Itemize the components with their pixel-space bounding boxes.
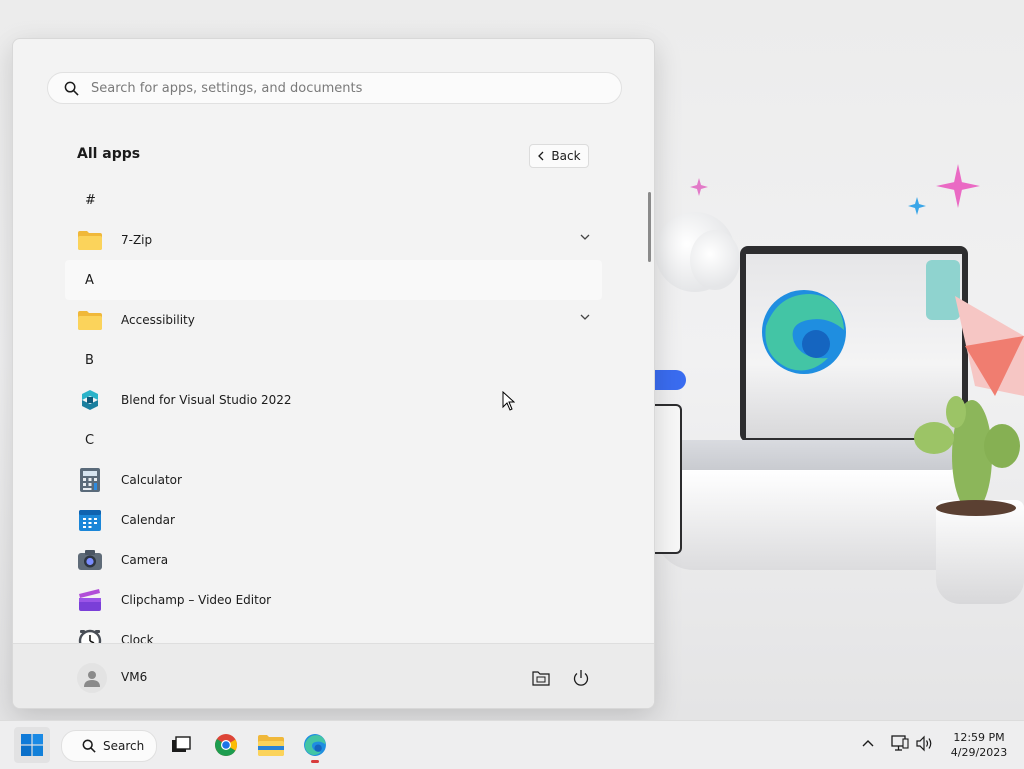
app-label: 7-Zip	[121, 233, 153, 247]
search-input[interactable]	[89, 79, 603, 97]
calendar-icon	[77, 507, 103, 533]
sparkle-icon	[690, 178, 708, 196]
task-view-button[interactable]	[164, 727, 198, 763]
app-item-camera[interactable]: Camera	[65, 540, 602, 580]
letter-header-a[interactable]: A	[65, 260, 602, 300]
app-item-7zip[interactable]: 7-Zip	[65, 220, 602, 260]
letter-label: A	[85, 272, 94, 288]
edge-taskbar-button[interactable]	[298, 727, 332, 763]
mouse-cursor-icon	[502, 391, 515, 411]
search-icon	[64, 81, 79, 96]
letter-header-b[interactable]: B	[65, 340, 602, 380]
app-label: Clipchamp – Video Editor	[121, 593, 272, 607]
app-item-calculator[interactable]: Calculator	[65, 460, 602, 500]
taskbar-search[interactable]: Search	[61, 730, 157, 762]
app-item-accessibility[interactable]: Accessibility	[65, 300, 602, 340]
app-label: Calculator	[121, 473, 182, 487]
power-button[interactable]	[569, 666, 593, 690]
edge-icon	[304, 734, 326, 756]
letter-header-c[interactable]: C	[65, 420, 602, 460]
chevron-down-icon[interactable]	[580, 234, 590, 241]
letter-label: C	[85, 432, 95, 448]
folder-icon	[77, 307, 103, 333]
back-button[interactable]: Back	[529, 144, 589, 168]
taskbar: Search 12:59 PM 4/29/2023	[0, 720, 1024, 769]
app-list[interactable]: # 7-Zip A Accessibility B Blend for Visu…	[65, 180, 602, 644]
start-menu: All apps Back # 7-Zip A Accessibilit	[12, 38, 655, 709]
app-label: Accessibility	[121, 313, 195, 327]
running-indicator	[311, 760, 319, 763]
back-button-label: Back	[551, 149, 581, 163]
task-view-icon	[172, 736, 191, 752]
file-explorer-taskbar-button[interactable]	[254, 727, 288, 763]
taskbar-search-label: Search	[103, 739, 145, 753]
clock-time: 12:59 PM	[953, 731, 1005, 744]
app-label: Calendar	[121, 513, 175, 527]
documents-folder-icon	[532, 671, 550, 686]
clock-icon	[77, 627, 103, 644]
camera-icon	[77, 547, 103, 573]
chevron-down-icon[interactable]	[580, 314, 590, 321]
letter-label: B	[85, 352, 94, 368]
taskbar-clock[interactable]: 12:59 PM 4/29/2023	[944, 730, 1014, 760]
all-apps-title: All apps	[77, 146, 141, 162]
letter-header-hash[interactable]: #	[65, 180, 602, 220]
windows-logo-icon	[21, 734, 43, 756]
clipchamp-icon	[77, 587, 103, 613]
start-menu-footer: VM6	[13, 643, 654, 708]
app-list-scrollbar[interactable]	[648, 192, 651, 262]
network-icon[interactable]	[891, 735, 909, 752]
calculator-icon	[77, 467, 103, 493]
chevron-up-icon[interactable]	[862, 739, 874, 747]
edge-logo-illustration	[762, 290, 846, 374]
sparkle-icon	[908, 197, 926, 215]
app-item-blend[interactable]: Blend for Visual Studio 2022	[65, 380, 602, 420]
sparkle-icon	[936, 164, 980, 208]
chevron-left-icon	[538, 151, 544, 161]
chrome-taskbar-button[interactable]	[209, 727, 243, 763]
app-item-clock[interactable]: Clock	[65, 620, 602, 644]
cactus-illustration	[914, 396, 1020, 516]
documents-button[interactable]	[529, 666, 553, 690]
letter-label: #	[85, 192, 96, 208]
paper-plane-illustration	[955, 296, 1024, 396]
app-label: Blend for Visual Studio 2022	[121, 393, 292, 407]
user-name[interactable]: VM6	[121, 670, 147, 684]
start-search-box[interactable]	[47, 72, 622, 104]
start-button[interactable]	[14, 727, 50, 763]
avatar[interactable]	[77, 663, 107, 693]
user-icon	[84, 671, 100, 687]
file-explorer-icon	[258, 735, 284, 756]
app-label: Camera	[121, 553, 169, 567]
app-item-clipchamp[interactable]: Clipchamp – Video Editor	[65, 580, 602, 620]
volume-icon[interactable]	[916, 735, 934, 752]
search-icon	[82, 739, 96, 753]
power-icon	[573, 670, 589, 686]
chrome-icon	[215, 734, 237, 756]
blend-icon	[77, 387, 103, 413]
folder-icon	[77, 227, 103, 253]
app-item-calendar[interactable]: Calendar	[65, 500, 602, 540]
cloud-decoration	[690, 230, 740, 290]
clock-date: 4/29/2023	[950, 746, 1008, 759]
